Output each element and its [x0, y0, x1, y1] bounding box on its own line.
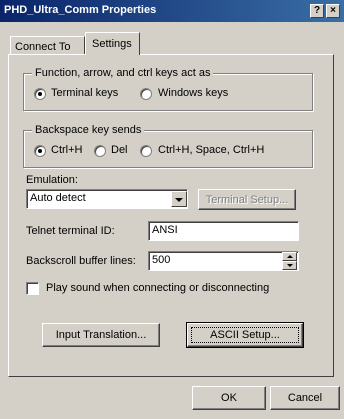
chevron-down-icon[interactable] [171, 191, 187, 207]
ctrl-h-space-label[interactable]: Ctrl+H, Space, Ctrl+H [158, 144, 264, 156]
play-sound-checkbox[interactable] [26, 282, 39, 295]
ctrl-h-label[interactable]: Ctrl+H [51, 144, 82, 156]
cancel-button[interactable]: Cancel [270, 386, 340, 410]
windows-keys-label[interactable]: Windows keys [158, 87, 228, 99]
tab-settings-label: Settings [92, 38, 132, 50]
spin-up-icon[interactable] [282, 252, 297, 261]
play-sound-label[interactable]: Play sound when connecting or disconnect… [46, 282, 269, 294]
close-button[interactable]: × [326, 4, 340, 18]
emulation-select[interactable]: Auto detect [26, 189, 188, 209]
emulation-label: Emulation: [26, 174, 78, 186]
backscroll-value: 500 [152, 254, 171, 266]
backscroll-input[interactable]: 500 [148, 251, 299, 271]
telnet-id-value: ANSI [152, 224, 178, 236]
title-bar[interactable]: PHD_Ultra_Comm Properties ? × [0, 0, 344, 22]
ascii-setup-button[interactable]: ASCII Setup... [186, 322, 304, 348]
ctrl-h-space-radio[interactable] [140, 145, 152, 157]
tab-connect-to[interactable]: Connect To [10, 36, 85, 54]
windows-keys-radio[interactable] [140, 88, 152, 100]
settings-panel: Function, arrow, and ctrl keys act as Te… [8, 54, 334, 377]
terminal-keys-label[interactable]: Terminal keys [51, 87, 118, 99]
ctrl-h-radio[interactable] [34, 145, 46, 157]
keys-group: Function, arrow, and ctrl keys act as Te… [23, 67, 313, 111]
keys-group-legend: Function, arrow, and ctrl keys act as [32, 67, 214, 79]
tab-connect-to-label: Connect To [15, 41, 71, 53]
terminal-setup-button[interactable]: Terminal Setup... [198, 189, 296, 210]
backspace-group-legend: Backspace key sends [32, 124, 145, 136]
window-title: PHD_Ultra_Comm Properties [4, 4, 157, 16]
properties-dialog: PHD_Ultra_Comm Properties ? × Connect To… [0, 0, 344, 419]
ok-button[interactable]: OK [192, 386, 266, 410]
spin-down-icon[interactable] [282, 261, 297, 270]
backscroll-label: Backscroll buffer lines: [26, 255, 136, 267]
focus-rect [191, 327, 299, 343]
terminal-keys-radio[interactable] [34, 88, 46, 100]
del-radio[interactable] [94, 145, 106, 157]
backspace-group: Backspace key sends Ctrl+H Del Ctrl+H, S… [23, 124, 313, 168]
telnet-id-label: Telnet terminal ID: [26, 225, 115, 237]
telnet-id-input[interactable]: ANSI [148, 221, 299, 241]
backscroll-spinner[interactable] [282, 252, 297, 270]
help-button[interactable]: ? [310, 4, 324, 18]
emulation-value: Auto detect [30, 192, 86, 204]
del-label[interactable]: Del [111, 144, 128, 156]
input-translation-button[interactable]: Input Translation... [42, 323, 160, 347]
tab-settings[interactable]: Settings [85, 32, 140, 55]
